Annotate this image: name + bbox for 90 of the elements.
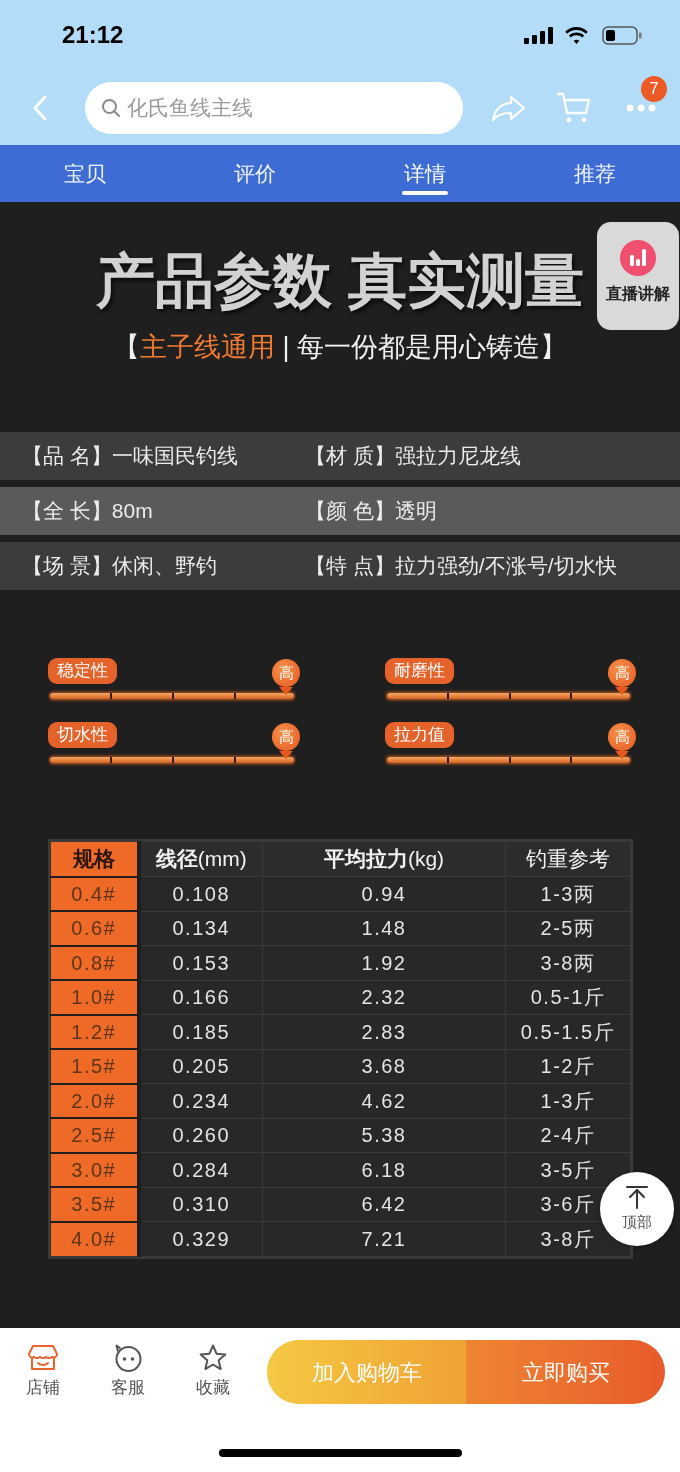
table-cell: 0.5-1.5斤 (505, 1014, 631, 1049)
table-cell: 0.329 (138, 1221, 263, 1256)
live-button[interactable]: 直播讲解 (597, 222, 679, 330)
tab[interactable]: 宝贝 (0, 145, 170, 202)
back-icon[interactable] (32, 94, 48, 121)
table-cell: 6.42 (262, 1187, 506, 1222)
table-cell: 1.5# (50, 1049, 139, 1084)
table-cell: 1.0# (50, 980, 139, 1015)
table-cell: 0.234 (138, 1083, 263, 1118)
rating-tag: 耐磨性 (385, 658, 454, 684)
table-cell: 1-3两 (505, 876, 631, 911)
param-label: 【颜 色】 (305, 498, 395, 525)
param-label: 【场 景】 (22, 553, 112, 580)
table-cell: 1.92 (262, 945, 506, 980)
battery-icon (602, 25, 642, 45)
table-cell: 1-2斤 (505, 1049, 631, 1084)
status-time: 21:12 (62, 21, 124, 49)
table-cell: 4.0# (50, 1221, 139, 1256)
table-cell: 0.108 (138, 876, 263, 911)
level-pin: 高 (608, 723, 636, 759)
table-cell: 5.38 (262, 1118, 506, 1153)
tab[interactable]: 推荐 (510, 145, 680, 202)
table-cell: 2.0# (50, 1083, 139, 1118)
table-cell: 1.2# (50, 1014, 139, 1049)
cart-icon[interactable] (556, 90, 592, 125)
table-cell: 1-3斤 (505, 1083, 631, 1118)
param-label: 【特 点】 (305, 553, 395, 580)
table-cell: 0.6# (50, 911, 139, 946)
column-header: 线径(mm) (138, 841, 263, 877)
table-cell: 0.4# (50, 876, 139, 911)
table-cell: 3.5# (50, 1187, 139, 1222)
buy-now-button[interactable]: 立即购买 (466, 1340, 665, 1404)
table-cell: 0.185 (138, 1014, 263, 1049)
customer-service-button[interactable]: 客服 (85, 1340, 170, 1398)
favorite-button[interactable]: 收藏 (170, 1340, 255, 1398)
table-cell: 0.5-1斤 (505, 980, 631, 1015)
table-cell: 2.5# (50, 1118, 139, 1153)
param-label: 【材 质】 (305, 443, 395, 470)
table-cell: 2-4斤 (505, 1118, 631, 1153)
table-cell: 2.83 (262, 1014, 506, 1049)
table-cell: 2-5两 (505, 911, 631, 946)
param-value: 一味国民钓线 (111, 443, 238, 470)
table-cell: 0.94 (262, 876, 506, 911)
detail-subtitle: 【主子线通用 | 每一份都是用心铸造】 (113, 331, 567, 364)
rating-tag: 稳定性 (48, 658, 117, 684)
table-cell: 3.68 (262, 1049, 506, 1084)
table-cell: 0.310 (138, 1187, 263, 1222)
table-cell: 2.32 (262, 980, 506, 1015)
star-icon (197, 1343, 228, 1372)
detail-heading: 产品参数 真实测量 (95, 247, 585, 316)
param-value: 强拉力尼龙线 (394, 443, 521, 470)
arrow-up-icon (625, 1185, 649, 1209)
table-cell: 3-8两 (505, 945, 631, 980)
search-icon (101, 97, 121, 118)
table-cell: 0.284 (138, 1152, 263, 1187)
bar-chart-icon (620, 240, 656, 276)
store-icon (27, 1343, 58, 1372)
table-cell: 3.0# (50, 1152, 139, 1187)
table-cell: 0.205 (138, 1049, 263, 1084)
more-icon[interactable] (625, 102, 657, 113)
table-cell: 0.166 (138, 980, 263, 1015)
rating-tag: 切水性 (48, 722, 117, 748)
tab[interactable]: 详情 (340, 145, 510, 202)
param-value: 休闲、野钓 (111, 553, 217, 580)
param-value: 拉力强劲/不涨号/切水快 (394, 553, 617, 580)
table-cell: 0.134 (138, 911, 263, 946)
column-header: 规格 (50, 841, 139, 877)
rating-tag: 拉力值 (385, 722, 454, 748)
table-cell: 1.48 (262, 911, 506, 946)
table-cell: 0.8# (50, 945, 139, 980)
param-value: 80m (111, 498, 153, 525)
level-pin: 高 (608, 659, 636, 695)
wifi-icon (563, 25, 590, 45)
signal-icon (524, 26, 553, 44)
param-label: 【品 名】 (22, 443, 112, 470)
param-value: 透明 (394, 498, 437, 525)
level-pin: 高 (272, 723, 300, 759)
notification-badge: 7 (641, 75, 667, 102)
table-cell: 0.260 (138, 1118, 263, 1153)
table-cell: 6.18 (262, 1152, 506, 1187)
level-pin: 高 (272, 659, 300, 695)
column-header: 钓重参考 (505, 841, 631, 877)
tab[interactable]: 评价 (170, 145, 340, 202)
param-label: 【全 长】 (22, 498, 112, 525)
search-field[interactable]: 化氏鱼线主线 (85, 81, 463, 134)
column-header: 平均拉力(kg) (262, 841, 506, 877)
table-cell: 4.62 (262, 1083, 506, 1118)
table-cell: 7.21 (262, 1221, 506, 1256)
table-cell: 0.153 (138, 945, 263, 980)
store-button[interactable]: 店铺 (0, 1340, 85, 1398)
